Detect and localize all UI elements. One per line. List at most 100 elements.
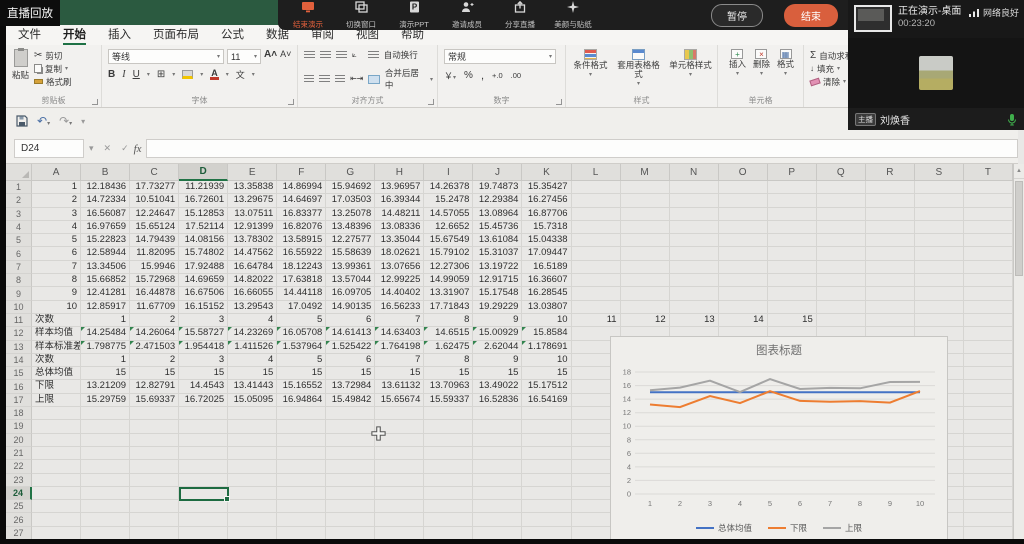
percent-style-icon[interactable]: % <box>464 70 473 81</box>
cell-B2[interactable]: 14.72334 <box>81 194 131 208</box>
cell-B11[interactable]: 1 <box>81 313 131 328</box>
cell-P9[interactable] <box>767 287 817 301</box>
align-bottom-icon[interactable] <box>336 51 347 59</box>
cell-C17[interactable]: 15.69337 <box>130 393 180 408</box>
cell-H17[interactable]: 15.65674 <box>375 393 425 408</box>
cell-I3[interactable]: 14.57055 <box>424 207 474 221</box>
cell-M3[interactable] <box>620 207 670 221</box>
cell-T16[interactable] <box>963 380 1013 394</box>
cell-H10[interactable]: 16.56233 <box>375 300 425 314</box>
cell-H1[interactable]: 13.96957 <box>375 181 425 195</box>
cell-G10[interactable]: 14.90135 <box>326 300 376 314</box>
font-name-select[interactable]: 等线 ▾ <box>108 49 224 64</box>
cell-P2[interactable] <box>767 194 817 208</box>
cell-J25[interactable] <box>473 500 523 514</box>
cell-F7[interactable]: 18.12243 <box>277 260 327 275</box>
cell-I9[interactable]: 13.31907 <box>424 287 474 301</box>
cell-G20[interactable] <box>326 433 376 447</box>
cell-C25[interactable] <box>130 500 180 514</box>
cell-D13[interactable]: 1.954418 <box>179 340 229 354</box>
cell-T14[interactable] <box>963 353 1013 368</box>
cell-E11[interactable]: 4 <box>228 313 278 328</box>
cell-K22[interactable] <box>522 460 572 474</box>
customize-qat-icon[interactable]: ▾ <box>81 117 85 126</box>
cell-L7[interactable] <box>571 260 621 275</box>
cell-J7[interactable]: 13.19722 <box>473 260 523 275</box>
cell-I12[interactable]: 14.6515 <box>424 327 474 341</box>
row-header-14[interactable]: 14 <box>6 353 32 368</box>
cell-I8[interactable]: 14.99059 <box>424 274 474 288</box>
column-header-C[interactable]: C <box>130 164 180 181</box>
cell-H21[interactable] <box>375 446 425 461</box>
cell-F19[interactable] <box>277 420 327 434</box>
cell-C11[interactable]: 2 <box>130 313 180 328</box>
row-header-22[interactable]: 22 <box>6 460 32 474</box>
cell-K6[interactable]: 17.09447 <box>522 247 572 261</box>
cell-T6[interactable] <box>963 247 1013 261</box>
column-header-G[interactable]: G <box>326 164 376 181</box>
cell-Q2[interactable] <box>816 194 866 208</box>
scroll-up-icon[interactable]: ▲ <box>1014 164 1024 179</box>
cell-B3[interactable]: 16.56087 <box>81 207 131 221</box>
cell-H15[interactable]: 15 <box>375 367 425 381</box>
cell-J9[interactable]: 15.17548 <box>473 287 523 301</box>
cell-G15[interactable]: 15 <box>326 367 376 381</box>
cell-F9[interactable]: 14.44118 <box>277 287 327 301</box>
cell-G25[interactable] <box>326 500 376 514</box>
cell-D7[interactable]: 17.92488 <box>179 260 229 275</box>
cell-C18[interactable] <box>130 407 180 421</box>
cell-D21[interactable] <box>179 446 229 461</box>
row-header-8[interactable]: 8 <box>6 274 32 288</box>
format-as-table-button[interactable]: 套用表格格式 ▾ <box>617 49 661 95</box>
cell-O11[interactable]: 14 <box>718 313 768 328</box>
cell-C13[interactable]: 2.471503 <box>130 340 180 354</box>
cell-S2[interactable] <box>914 194 964 208</box>
cell-H23[interactable] <box>375 473 425 487</box>
cell-G17[interactable]: 15.49842 <box>326 393 376 408</box>
cell-G22[interactable] <box>326 460 376 474</box>
cell-E13[interactable]: 1.411526 <box>228 340 278 354</box>
cell-D2[interactable]: 16.72601 <box>179 194 229 208</box>
cell-E16[interactable]: 13.41443 <box>228 380 278 394</box>
cell-D6[interactable]: 15.74802 <box>179 247 229 261</box>
cell-C24[interactable] <box>130 486 180 501</box>
cell-F2[interactable]: 14.64697 <box>277 194 327 208</box>
cell-K3[interactable]: 16.87706 <box>522 207 572 221</box>
cell-H22[interactable] <box>375 460 425 474</box>
cell-J17[interactable]: 16.52836 <box>473 393 523 408</box>
row-header-17[interactable]: 17 <box>6 393 32 408</box>
cell-D26[interactable] <box>179 513 229 527</box>
cell-H18[interactable] <box>375 407 425 421</box>
cell-H14[interactable]: 7 <box>375 353 425 368</box>
cell-A6[interactable]: 6 <box>32 247 82 261</box>
align-left-icon[interactable] <box>304 75 315 83</box>
cell-B23[interactable] <box>81 473 131 487</box>
cell-O1[interactable] <box>718 181 768 195</box>
cell-N3[interactable] <box>669 207 719 221</box>
tab-开始[interactable]: 开始 <box>63 25 86 45</box>
cell-D9[interactable]: 16.67506 <box>179 287 229 301</box>
name-box[interactable]: D24 <box>14 139 84 158</box>
cell-O3[interactable] <box>718 207 768 221</box>
cell-D4[interactable]: 17.52114 <box>179 220 229 235</box>
conditional-formatting-button[interactable]: 条件格式 ▾ <box>571 49 611 95</box>
cell-F1[interactable]: 14.86994 <box>277 181 327 195</box>
cell-C12[interactable]: 14.26064 <box>130 327 180 341</box>
cell-C6[interactable]: 11.82095 <box>130 247 180 261</box>
cell-J22[interactable] <box>473 460 523 474</box>
cell-K5[interactable]: 15.04338 <box>522 234 572 248</box>
column-header-M[interactable]: M <box>620 164 670 181</box>
align-top-icon[interactable] <box>304 51 315 59</box>
cell-F13[interactable]: 1.537964 <box>277 340 327 354</box>
cell-F21[interactable] <box>277 446 327 461</box>
cell-K1[interactable]: 15.35427 <box>522 181 572 195</box>
cell-T26[interactable] <box>963 513 1013 527</box>
cell-A17[interactable]: 上限 <box>32 393 82 408</box>
cell-E19[interactable] <box>228 420 278 434</box>
cell-J16[interactable]: 13.49022 <box>473 380 523 394</box>
cell-T5[interactable] <box>963 234 1013 248</box>
cell-T21[interactable] <box>963 446 1013 461</box>
chart-object[interactable]: 图表标题 0 2 4 6 8 10 12 14 16 18 1 2 3 4 5 6 7 8 9 10 总体均值 下限 上限 <box>610 336 948 540</box>
cell-R4[interactable] <box>865 220 915 235</box>
fill-color-icon[interactable] <box>182 70 194 79</box>
